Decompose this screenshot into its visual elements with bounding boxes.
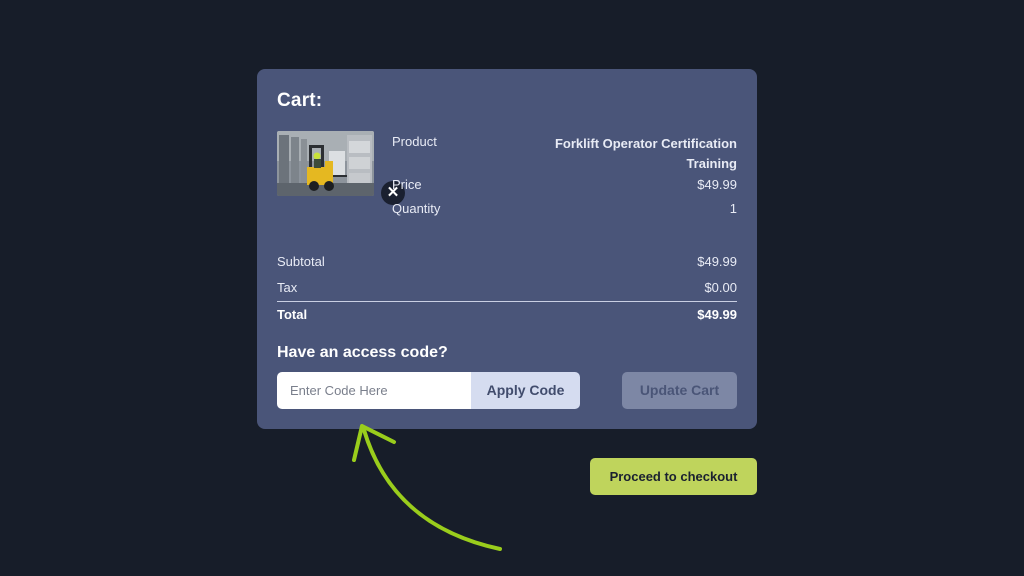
subtotal-row: Subtotal $49.99 — [277, 254, 737, 272]
tax-label: Tax — [277, 280, 298, 295]
price-row: Price $49.99 — [392, 177, 737, 195]
product-name: Forklift Operator Certification Training — [554, 136, 737, 171]
cart-panel: Cart: ✕ Product Forklift Operator Certif… — [257, 69, 757, 429]
price-label: Price — [392, 177, 422, 192]
product-row: Product Forklift Operator Certification … — [392, 134, 737, 174]
tax-value: $0.00 — [704, 280, 737, 295]
page-stage: Cart: ✕ Product Forklift Operator Certif… — [0, 0, 1024, 576]
quantity-value: 1 — [729, 201, 737, 216]
access-code-heading: Have an access code? — [277, 344, 448, 361]
quantity-row: Quantity 1 — [392, 201, 737, 219]
access-code-input[interactable] — [277, 372, 471, 409]
total-label: Total — [277, 307, 308, 322]
subtotal-value: $49.99 — [697, 254, 737, 269]
summary-divider — [277, 301, 737, 302]
product-image — [277, 131, 374, 196]
update-cart-button[interactable]: Update Cart — [622, 372, 737, 409]
price-value: $49.99 — [697, 177, 737, 192]
cart-title: Cart: — [277, 90, 323, 111]
total-value: $49.99 — [697, 307, 737, 322]
total-row: Total $49.99 — [277, 307, 737, 325]
product-thumbnail-wrap: ✕ — [277, 131, 405, 205]
subtotal-label: Subtotal — [277, 254, 325, 269]
quantity-label: Quantity — [392, 201, 441, 216]
apply-code-button[interactable]: Apply Code — [471, 372, 580, 409]
tax-row: Tax $0.00 — [277, 280, 737, 298]
curved-arrow-icon — [352, 424, 502, 551]
product-label: Product — [392, 134, 437, 149]
proceed-to-checkout-button[interactable]: Proceed to checkout — [590, 458, 757, 495]
